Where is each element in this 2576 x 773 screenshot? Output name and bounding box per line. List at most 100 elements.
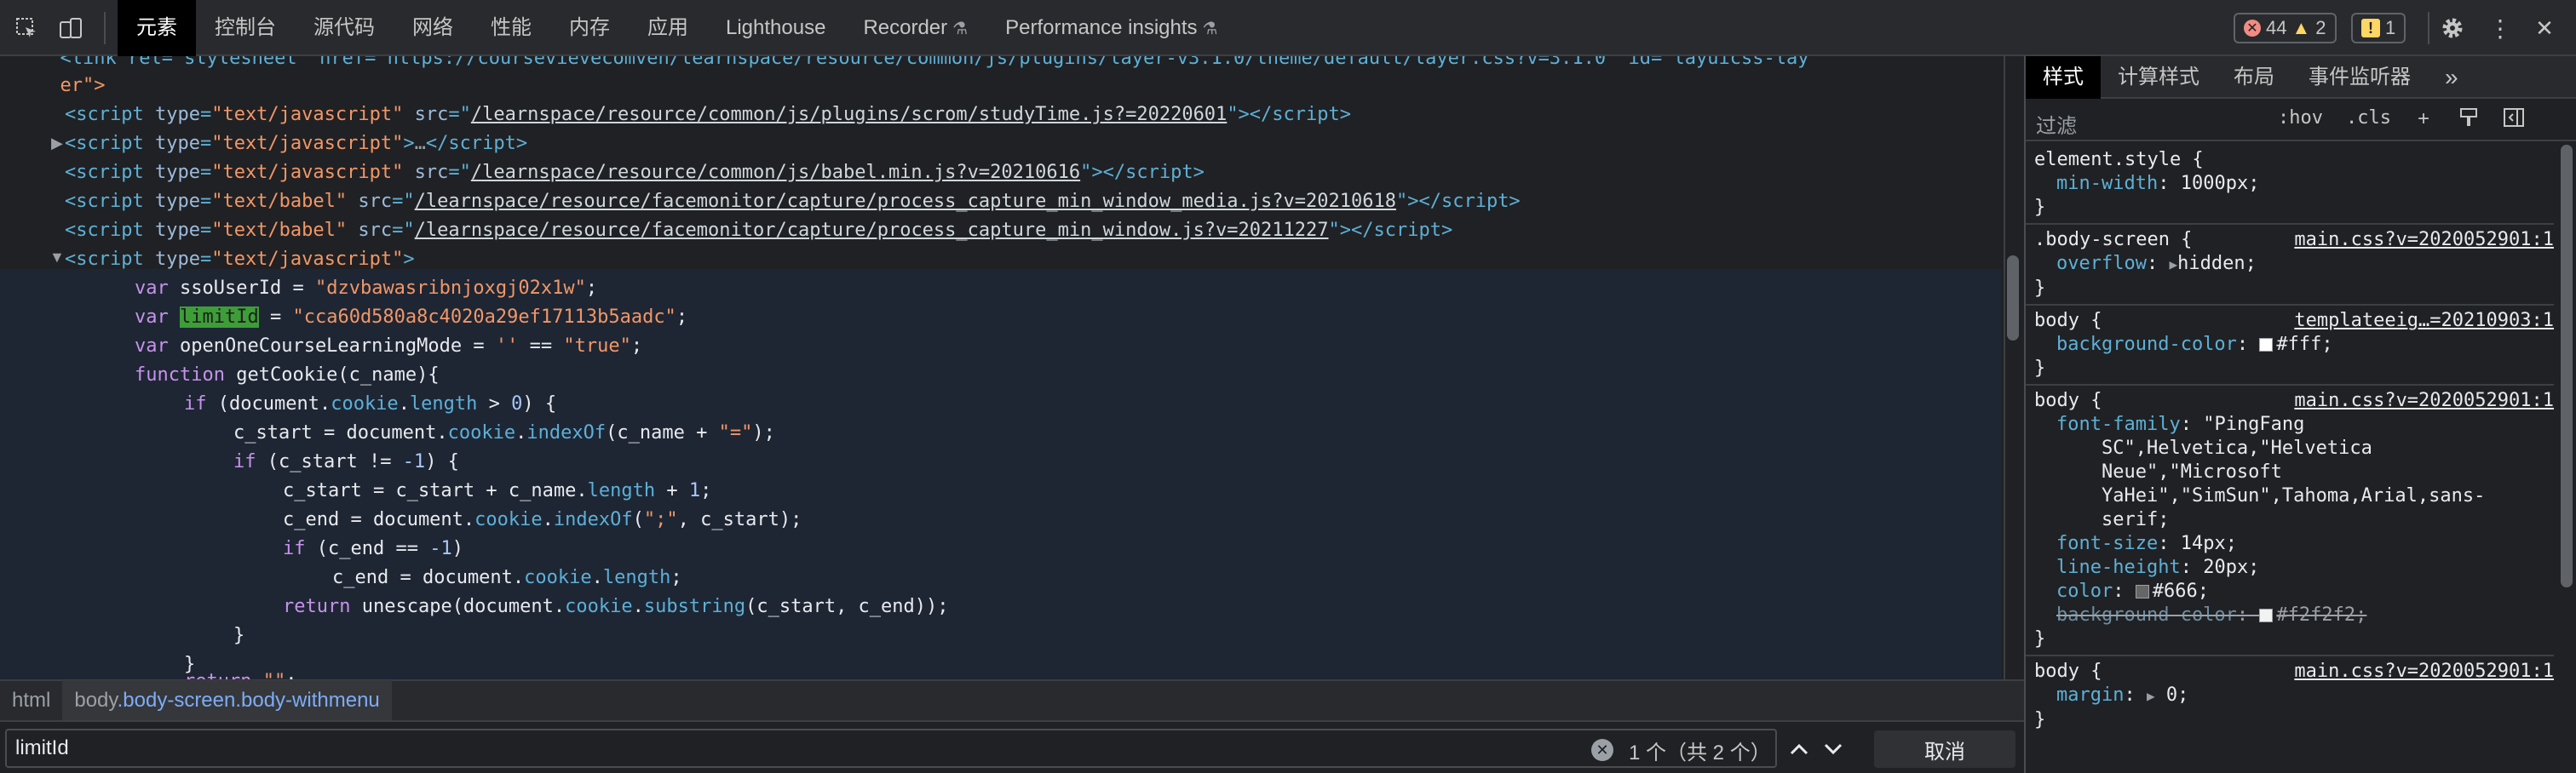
tab-memory[interactable]: 内存 — [550, 0, 629, 56]
errors-warnings-badge[interactable]: ✕ 44 ▲ 2 — [2234, 13, 2337, 43]
property-value-overridden[interactable]: #f2f2f2; — [2276, 604, 2366, 626]
settings-gear-icon[interactable] — [2438, 14, 2467, 43]
limitid-value: "cca60d580a8c4020a29ef17113b5aadc" — [292, 306, 676, 328]
property-value[interactable]: #fff; — [2276, 334, 2332, 355]
code-line-link[interactable]: <link rel="stylesheet" href="https://cou… — [37, 56, 1808, 73]
style-rule[interactable]: body { main.css?v=2020052901:1 font-fami… — [2026, 386, 2554, 656]
code-line-script-capture-media[interactable]: <script type="text/babel" src="/learnspa… — [65, 187, 1521, 216]
rule-source-link[interactable]: main.css?v=2020052901:1 — [2294, 389, 2554, 413]
close-devtools-icon[interactable]: ✕ — [2530, 14, 2559, 43]
tab-network[interactable]: 网络 — [394, 0, 472, 56]
rule-selector: element.style { — [2034, 149, 2204, 170]
property-name[interactable]: font-family — [2056, 414, 2181, 435]
elements-tree[interactable]: <link rel="stylesheet" href="https://cou… — [0, 56, 2024, 679]
attr-type-value: "text/javascript" — [211, 249, 404, 270]
property-value[interactable]: 20px; — [2203, 557, 2259, 578]
new-style-rule-icon[interactable]: + — [2418, 107, 2429, 131]
expand-triangle-icon[interactable]: ▶ — [51, 135, 63, 152]
property-value[interactable]: 0; — [2166, 684, 2189, 706]
search-cancel-button[interactable]: 取消 — [1874, 730, 2015, 768]
js-line-return-unescape: return unescape(document.cookie.substrin… — [283, 596, 949, 617]
search-prev-icon[interactable] — [1784, 732, 1814, 766]
warning-icon: ▲ — [2291, 17, 2311, 38]
js-line-close-brace: } — [233, 625, 245, 646]
tab-sources[interactable]: 源代码 — [295, 0, 394, 56]
property-value[interactable]: hidden; — [2177, 253, 2257, 274]
js-line-cstart-add: c_start = c_start + c_name.length + 1; — [283, 480, 712, 501]
link-tag-text: <link rel="stylesheet" href="https://cou… — [37, 56, 1809, 69]
search-next-icon[interactable] — [1818, 732, 1849, 766]
property-name[interactable]: line-height — [2056, 557, 2181, 578]
code-line-script-collapsed[interactable]: <script type="text/javascript">…</script… — [65, 129, 527, 158]
breadcrumb-html[interactable]: html — [0, 689, 62, 713]
tab-performance[interactable]: 性能 — [472, 0, 550, 56]
style-rule[interactable]: .body-screen { main.css?v=2020052901:1 o… — [2026, 225, 2554, 306]
code-line-link-end[interactable]: er"> — [37, 72, 105, 100]
issues-count: 1 — [2385, 17, 2396, 38]
style-rule[interactable]: element.style { min-width: 1000px; } — [2026, 145, 2554, 225]
clear-search-icon[interactable]: ✕ — [1591, 739, 1613, 761]
js-line-if-cend: if (c_end == -1) — [283, 538, 463, 559]
property-value[interactable]: 14px; — [2181, 533, 2237, 554]
rule-source-link[interactable]: templateeig…=20210903:1 — [2294, 309, 2554, 333]
issues-badge[interactable]: ! 1 — [2351, 13, 2406, 43]
inspect-element-icon[interactable] — [12, 14, 41, 43]
property-value[interactable]: 1000px; — [2181, 173, 2260, 194]
property-name-overridden[interactable]: background-color — [2056, 604, 2237, 626]
property-name[interactable]: background-color — [2056, 334, 2237, 355]
js-line-mode: var openOneCourseLearningMode = '' == "t… — [135, 335, 643, 357]
script-src-link[interactable]: /learnspace/resource/facemonitor/capture… — [415, 191, 1396, 212]
tab-application[interactable]: 应用 — [629, 0, 707, 56]
collapse-triangle-icon[interactable]: ▼ — [49, 249, 65, 266]
style-rule[interactable]: body { main.css?v=2020052901:1 margin: ▶… — [2026, 656, 2554, 736]
script-src-link[interactable]: /learnspace/resource/common/js/babel.min… — [471, 162, 1080, 183]
property-name[interactable]: margin — [2056, 684, 2124, 706]
property-name[interactable]: overflow — [2056, 253, 2147, 274]
hov-toggle[interactable]: :hov — [2278, 107, 2323, 129]
tab-performance-insights[interactable]: Performance insights ⚗ — [986, 0, 1236, 56]
property-name[interactable]: color — [2056, 581, 2113, 602]
tab-console[interactable]: 控制台 — [196, 0, 295, 56]
property-value[interactable]: #666; — [2153, 581, 2209, 602]
rule-source-link[interactable]: main.css?v=2020052901:1 — [2294, 660, 2554, 684]
more-options-icon[interactable]: ⋮ — [2486, 14, 2515, 43]
tab-elements[interactable]: 元素 — [118, 0, 196, 56]
script-src-link[interactable]: /learnspace/resource/common/js/plugins/s… — [471, 104, 1227, 125]
expand-triangle-icon[interactable]: ▶ — [2169, 256, 2177, 272]
toggle-sidebar-icon[interactable] — [2503, 107, 2525, 134]
tab-styles[interactable]: 样式 — [2026, 56, 2101, 99]
panel-tabs: 元素 控制台 源代码 网络 性能 内存 应用 Lighthouse Record… — [118, 0, 1236, 56]
attr-type-value: "text/javascript" — [211, 104, 404, 125]
property-name[interactable]: font-size — [2056, 533, 2158, 554]
breadcrumb-body-class: .body-screen.body-withmenu — [117, 689, 380, 712]
device-toolbar-icon[interactable] — [56, 14, 85, 43]
tab-lighthouse[interactable]: Lighthouse — [707, 0, 844, 56]
color-swatch[interactable] — [2259, 338, 2274, 352]
styles-filter-input[interactable]: 过滤 — [2036, 109, 2077, 139]
link-tag-end: er"> — [37, 75, 106, 96]
code-line-script-studytime[interactable]: <script type="text/javascript" src="/lea… — [65, 100, 1351, 129]
script-src-link[interactable]: /learnspace/resource/facemonitor/capture… — [415, 220, 1329, 241]
tab-recorder[interactable]: Recorder ⚗ — [844, 0, 986, 56]
paint-brush-icon[interactable] — [2458, 107, 2479, 134]
style-rule[interactable]: body { templateeig…=20210903:1 backgroun… — [2026, 306, 2554, 386]
tab-event-listeners[interactable]: 事件监听器 — [2291, 56, 2428, 99]
breadcrumb-body[interactable]: body.body-screen.body-withmenu — [62, 680, 392, 721]
tab-computed[interactable]: 计算样式 — [2101, 56, 2217, 99]
elements-scrollbar-thumb[interactable] — [2007, 255, 2019, 341]
cls-toggle[interactable]: .cls — [2346, 107, 2391, 129]
rule-source-link[interactable]: main.css?v=2020052901:1 — [2294, 228, 2554, 252]
code-line-script-babel[interactable]: <script type="text/javascript" src="/lea… — [65, 158, 1205, 187]
more-tabs-chevron-icon[interactable]: » — [2428, 56, 2475, 99]
tab-layout[interactable]: 布局 — [2217, 56, 2291, 99]
code-line-script-inline[interactable]: <script type="text/javascript"> — [65, 245, 415, 274]
mode-value-a: '' — [495, 335, 519, 357]
styles-scrollbar-thumb[interactable] — [2561, 145, 2573, 587]
dom-search-input[interactable] — [5, 729, 1777, 768]
color-swatch[interactable] — [2135, 585, 2149, 598]
expand-triangle-icon[interactable]: ▶ — [2147, 688, 2155, 704]
color-swatch[interactable] — [2259, 609, 2274, 622]
code-line-script-capture[interactable]: <script type="text/babel" src="/learnspa… — [65, 216, 1452, 245]
elements-scrollbar[interactable] — [2004, 56, 2024, 679]
property-name[interactable]: min-width — [2056, 173, 2158, 194]
